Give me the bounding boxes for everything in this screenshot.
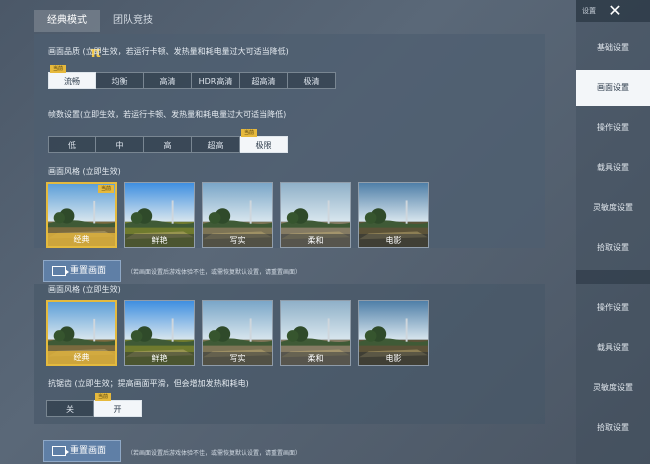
style-option-vivid[interactable]: 鲜艳 xyxy=(124,300,195,366)
tab-team[interactable]: 团队竞技 xyxy=(100,10,166,32)
style-option-cinematic[interactable]: 电影 xyxy=(358,300,429,366)
sidebar-divider xyxy=(576,270,650,284)
quality-option-hd[interactable]: 高清 xyxy=(144,72,192,89)
fps-option-medium[interactable]: 中 xyxy=(96,136,144,153)
style-thumbnails-2: 经典 鲜艳 写实 柔和 电影 xyxy=(46,300,429,366)
sidebar-item-controls-2[interactable]: 操作设置 xyxy=(576,290,650,326)
antialias-option-on[interactable]: 当前 开 xyxy=(94,393,142,417)
quality-option-balanced[interactable]: 均衡 xyxy=(96,72,144,89)
style-label-2: 画面风格 (立即生效) xyxy=(48,285,121,294)
style-option-label: 经典 xyxy=(48,351,115,364)
fps-option-high[interactable]: 高 xyxy=(144,136,192,153)
settings-sidebar: 设置 ✕ 基础设置 画面设置 操作设置 载具设置 灵敏度设置 拾取设置 操作设置… xyxy=(576,0,650,464)
reset-note: （若画面设置后游戏体验不佳，或需恢复默认设置，请重置画面） xyxy=(127,269,302,276)
style-option-realistic[interactable]: 写实 xyxy=(202,300,273,366)
reset-graphics-button-2[interactable]: 重置画面 xyxy=(43,440,121,462)
style-thumbnails: 当前经典 鲜艳 写实 柔和 电影 xyxy=(46,182,429,248)
fps-label: 帧数设置(立即生效，若运行卡顿、发热量和耗电量过大可适当降低) xyxy=(48,110,287,119)
quality-label: 画面品质 (立即生效，若运行卡顿、发热量和耗电量过大可适当降低) xyxy=(48,47,289,56)
reset-icon xyxy=(52,446,69,456)
sidebar-item-graphics[interactable]: 画面设置 xyxy=(576,70,650,106)
fps-option-low[interactable]: 低 xyxy=(48,136,96,153)
sidebar-header: 设置 ✕ xyxy=(576,0,650,22)
quality-option-hdr[interactable]: HDR高清 xyxy=(192,72,240,89)
reset-note-2: （若画面设置后游戏体验不佳，或需恢复默认设置，请重置画面） xyxy=(127,450,302,457)
reset-graphics-button[interactable]: 重置画面 xyxy=(43,260,121,282)
close-icon[interactable]: ✕ xyxy=(604,0,626,22)
settings-screen: 经典模式 团队竞技 π 画面品质 (立即生效，若运行卡顿、发热量和耗电量过大可适… xyxy=(0,0,650,464)
style-option-label: 电影 xyxy=(359,352,428,365)
sidebar-item-vehicle-2[interactable]: 载具设置 xyxy=(576,330,650,366)
current-badge: 当前 xyxy=(95,393,112,401)
style-option-label: 电影 xyxy=(359,234,428,247)
style-option-vivid[interactable]: 鲜艳 xyxy=(124,182,195,248)
reset-icon xyxy=(52,266,69,276)
style-option-label: 柔和 xyxy=(281,234,350,247)
current-badge: 当前 xyxy=(241,129,258,137)
sidebar-title: 设置 xyxy=(582,7,596,15)
style-option-classic[interactable]: 当前经典 xyxy=(46,182,117,248)
tab-classic[interactable]: 经典模式 xyxy=(34,10,100,32)
quality-option-smooth[interactable]: 当前 流畅 xyxy=(48,65,96,89)
current-badge: 当前 xyxy=(97,185,114,193)
sidebar-item-vehicle[interactable]: 载具设置 xyxy=(576,150,650,186)
style-option-label: 经典 xyxy=(48,233,115,246)
style-option-label: 写实 xyxy=(203,234,272,247)
style-option-soft[interactable]: 柔和 xyxy=(280,182,351,248)
style-option-label: 鲜艳 xyxy=(125,352,194,365)
style-option-soft[interactable]: 柔和 xyxy=(280,300,351,366)
mode-tabs: 经典模式 团队竞技 xyxy=(34,10,166,32)
style-option-cinematic[interactable]: 电影 xyxy=(358,182,429,248)
antialias-label: 抗锯齿 (立即生效；提高画面平滑，但会增加发热和耗电) xyxy=(48,379,249,388)
antialias-option-off[interactable]: 关 xyxy=(46,400,94,417)
fps-option-ultra[interactable]: 超高 xyxy=(192,136,240,153)
sidebar-item-pickup[interactable]: 拾取设置 xyxy=(576,230,650,266)
sidebar-item-controls[interactable]: 操作设置 xyxy=(576,110,650,146)
style-option-realistic[interactable]: 写实 xyxy=(202,182,273,248)
quality-option-uhd[interactable]: 超高清 xyxy=(240,72,288,89)
sidebar-item-sensitivity[interactable]: 灵敏度设置 xyxy=(576,190,650,226)
quality-option-extreme[interactable]: 极清 xyxy=(288,72,336,89)
antialias-selector: 关 当前 开 xyxy=(46,393,142,417)
style-label: 画面风格 (立即生效) xyxy=(48,167,121,176)
fps-option-extreme[interactable]: 当前 极限 xyxy=(240,129,288,153)
style-option-label: 写实 xyxy=(203,352,272,365)
current-badge: 当前 xyxy=(50,65,67,73)
style-option-label: 柔和 xyxy=(281,352,350,365)
style-option-classic[interactable]: 经典 xyxy=(46,300,117,366)
fps-selector: 低 中 高 超高 当前 极限 xyxy=(48,129,288,153)
quality-selector: 当前 流畅 均衡 高清 HDR高清 超高清 极清 xyxy=(48,65,336,89)
style-option-label: 鲜艳 xyxy=(125,234,194,247)
sidebar-item-sensitivity-2[interactable]: 灵敏度设置 xyxy=(576,370,650,406)
sidebar-item-pickup-2[interactable]: 拾取设置 xyxy=(576,410,650,446)
sidebar-item-basic[interactable]: 基础设置 xyxy=(576,30,650,66)
